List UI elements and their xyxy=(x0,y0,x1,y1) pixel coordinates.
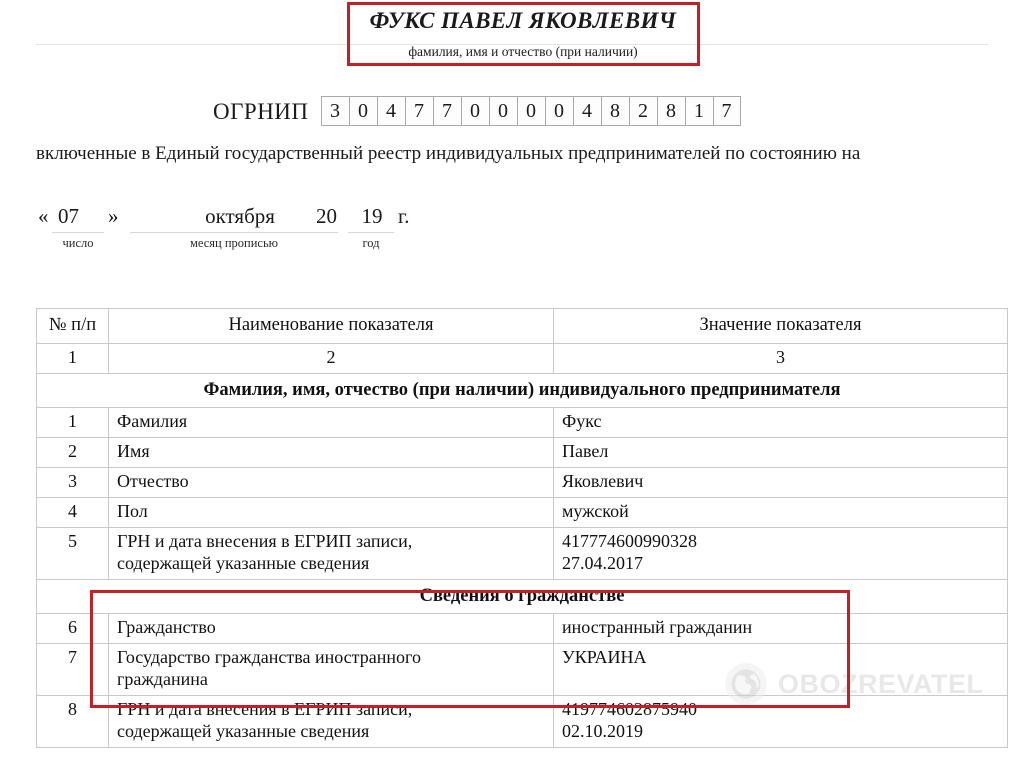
date-month-label: месяц прописью xyxy=(189,236,279,250)
table-row: 8 ГРН и дата внесения в ЕГРИП записи, со… xyxy=(36,695,1008,749)
column-number-1: 1 xyxy=(36,342,109,374)
row-indicator-value: иностранный гражданин xyxy=(553,613,1008,645)
ogrnip-digit: 4 xyxy=(376,96,405,126)
row-number: 2 xyxy=(36,437,109,468)
column-header-indicator-value: Значение показателя xyxy=(553,308,1008,344)
column-header-number: № п/п xyxy=(36,308,109,344)
ogrnip-digit: 8 xyxy=(600,96,629,126)
ogrnip-digit: 7 xyxy=(712,96,741,126)
row-indicator-value: УКРАИНА xyxy=(553,643,1008,697)
date-day-value: 07 xyxy=(58,204,79,228)
row-number: 4 xyxy=(36,496,109,528)
ogrnip-digit: 8 xyxy=(656,96,685,126)
date-year-label: год xyxy=(362,236,380,250)
section-header-citizenship: Сведения о гражданстве xyxy=(36,578,1008,615)
row-number: 3 xyxy=(36,466,109,498)
ogrnip-digit: 0 xyxy=(348,96,377,126)
date-year-underline xyxy=(348,232,394,233)
table-row: 6 Гражданство иностранный гражданин xyxy=(36,613,1008,645)
table-column-number-row: 1 2 3 xyxy=(36,342,1008,374)
row-indicator-value: Яковлевич xyxy=(553,466,1008,498)
row-indicator-value: 417774600990328 27.04.2017 xyxy=(553,526,1008,580)
ogrnip-digit: 7 xyxy=(432,96,461,126)
row-indicator-name: Государство гражданства иностранного гра… xyxy=(108,643,554,697)
ogrnip-digit: 4 xyxy=(572,96,601,126)
date-month-value: октября xyxy=(205,204,275,228)
table-row: 3 Отчество Яковлевич xyxy=(36,466,1008,498)
row-number: 5 xyxy=(36,526,109,580)
ogrnip-digit-boxes: 3 0 4 7 7 0 0 0 0 4 8 2 8 1 7 xyxy=(320,96,741,126)
ogrnip-digit: 2 xyxy=(628,96,657,126)
document-page: ФУКС ПАВЕЛ ЯКОВЛЕВИЧ фамилия, имя и отче… xyxy=(0,0,1024,760)
row-indicator-value: Павел xyxy=(553,437,1008,468)
row-number: 8 xyxy=(36,695,109,749)
row-indicator-value: Фукс xyxy=(553,407,1008,439)
ogrnip-digit: 0 xyxy=(460,96,489,126)
row-indicator-name: Пол xyxy=(108,496,554,528)
row-indicator-name: Имя xyxy=(108,437,554,468)
table-row: 7 Государство гражданства иностранного г… xyxy=(36,643,1008,697)
row-indicator-name: ГРН и дата внесения в ЕГРИП записи, соде… xyxy=(108,526,554,580)
column-number-3: 3 xyxy=(553,342,1008,374)
column-number-2: 2 xyxy=(108,342,554,374)
registry-table: № п/п Наименование показателя Значение п… xyxy=(36,308,1008,749)
intro-paragraph: включенные в Единый государственный реес… xyxy=(36,143,861,164)
ogrnip-label: ОГРНИП xyxy=(213,98,309,124)
section-header-fio: Фамилия, имя, отчество (при наличии) инд… xyxy=(36,372,1008,409)
ogrnip-row: ОГРНИП 3 0 4 7 7 0 0 0 0 4 8 2 8 1 7 xyxy=(213,96,741,126)
date-year-suffix: 19 xyxy=(361,204,383,228)
table-header-row: № п/п Наименование показателя Значение п… xyxy=(36,308,1008,344)
row-number: 7 xyxy=(36,643,109,697)
date-day-label: число xyxy=(62,236,94,250)
row-number: 1 xyxy=(36,407,109,439)
row-indicator-name: Гражданство xyxy=(108,613,554,645)
section-title: Сведения о гражданстве xyxy=(36,578,1008,615)
row-indicator-value: мужской xyxy=(553,496,1008,528)
table-row: 2 Имя Павел xyxy=(36,437,1008,468)
row-indicator-value: 419774602875940 02.10.2019 xyxy=(553,695,1008,749)
row-indicator-name: Фамилия xyxy=(108,407,554,439)
date-quote-close: » xyxy=(108,204,119,228)
row-number: 6 xyxy=(36,613,109,645)
table-row: 1 Фамилия Фукс xyxy=(36,407,1008,439)
date-year-mark: г. xyxy=(398,204,410,228)
ogrnip-digit: 7 xyxy=(404,96,433,126)
ogrnip-digit: 0 xyxy=(488,96,517,126)
row-indicator-name: Отчество xyxy=(108,466,554,498)
ogrnip-digit: 3 xyxy=(320,96,349,126)
section-title: Фамилия, имя, отчество (при наличии) инд… xyxy=(36,372,1008,409)
date-year-prefix: 20 xyxy=(316,204,337,228)
date-month-underline xyxy=(130,232,338,233)
row-indicator-name: ГРН и дата внесения в ЕГРИП записи, соде… xyxy=(108,695,554,749)
highlight-box-name-header xyxy=(347,2,700,66)
table-row: 5 ГРН и дата внесения в ЕГРИП записи, со… xyxy=(36,526,1008,580)
date-day-underline xyxy=(52,232,104,233)
date-quote-open: « xyxy=(38,204,49,228)
ogrnip-digit: 0 xyxy=(516,96,545,126)
table-row: 4 Пол мужской xyxy=(36,496,1008,528)
date-line: « 07 » октября 20 19 г. число месяц проп… xyxy=(36,204,456,256)
column-header-indicator-name: Наименование показателя xyxy=(108,308,554,344)
ogrnip-digit: 1 xyxy=(684,96,713,126)
ogrnip-digit: 0 xyxy=(544,96,573,126)
